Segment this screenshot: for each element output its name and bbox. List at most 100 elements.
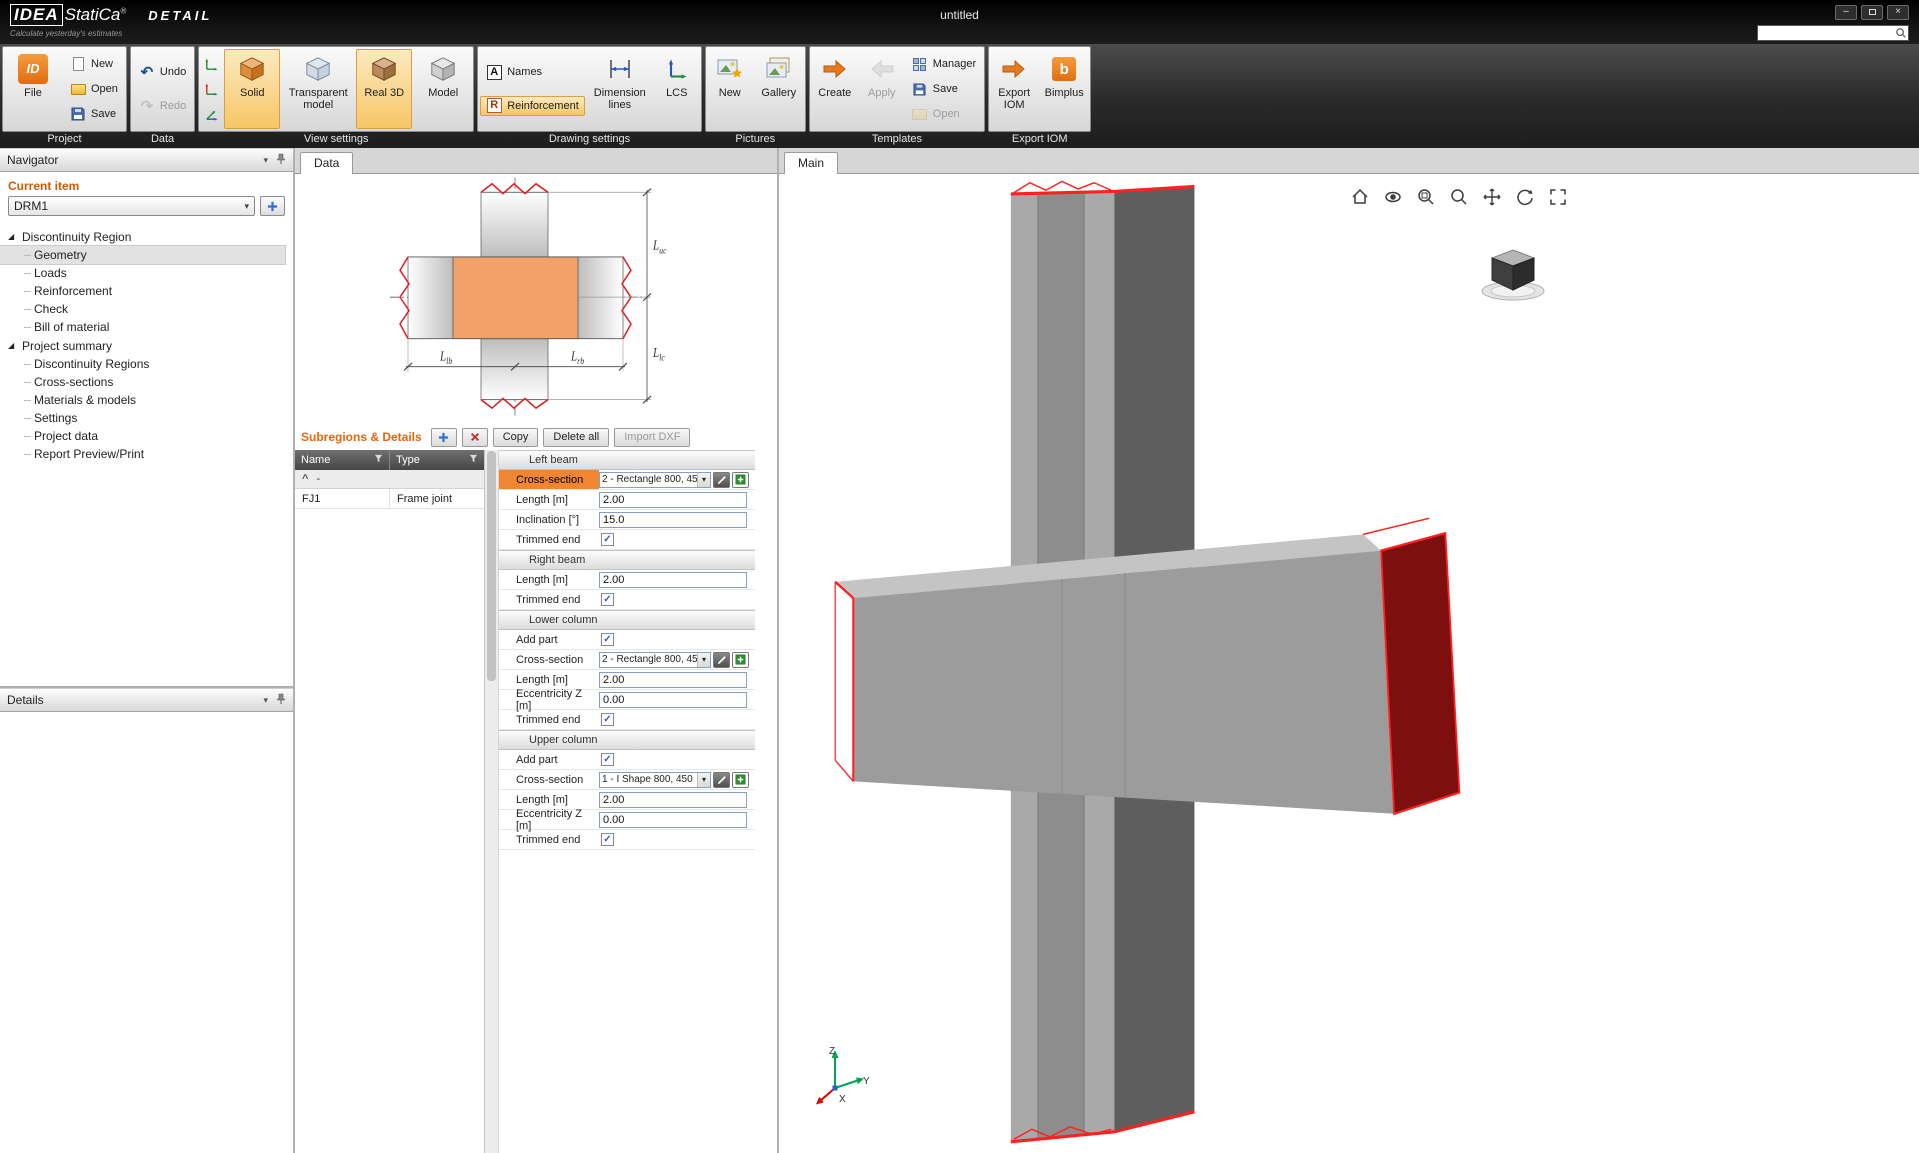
template-manager-button[interactable]: Manager — [906, 54, 982, 74]
tree-node-child[interactable]: Reinforcement — [0, 282, 285, 300]
tree-node-child[interactable]: Geometry — [0, 246, 285, 264]
transparent-model-button[interactable]: Transparent model — [283, 49, 353, 129]
maximize-button[interactable] — [1861, 5, 1883, 20]
solid-view-button[interactable]: Solid — [224, 49, 280, 129]
gallery-button[interactable]: Gallery — [755, 49, 803, 129]
checkbox[interactable]: ✓ — [601, 593, 614, 606]
table-group-row[interactable]: ^ - — [295, 470, 484, 489]
details-pin-icon[interactable] — [276, 693, 286, 708]
minimize-button[interactable]: – — [1835, 5, 1857, 20]
copy-cross-section-button[interactable] — [732, 652, 749, 668]
tab-main[interactable]: Main — [784, 152, 838, 174]
tree-node-child[interactable]: Bill of material — [0, 318, 285, 336]
current-item-select[interactable]: DRM1 ▾ — [8, 196, 255, 216]
checkbox[interactable]: ✓ — [601, 533, 614, 546]
property-input[interactable] — [599, 512, 747, 528]
view-direction-button[interactable] — [1382, 186, 1404, 208]
edit-cross-section-button[interactable] — [713, 652, 730, 668]
fit-view-button[interactable] — [1547, 186, 1569, 208]
zoom-window-button[interactable] — [1415, 186, 1437, 208]
edit-cross-section-button[interactable] — [713, 772, 730, 788]
tree-node-parent[interactable]: ◢Discontinuity Region — [0, 227, 293, 246]
open-template-button[interactable]: Open — [906, 104, 982, 124]
collapse-icon[interactable]: ^ — [302, 473, 308, 485]
delete-subregion-button[interactable] — [462, 428, 488, 447]
property-input[interactable] — [599, 812, 747, 828]
axis-view-yz-button[interactable] — [201, 104, 221, 124]
cross-section-select[interactable]: 2 - Rectangle 800, 450▾ — [599, 472, 711, 488]
navigator-pin-icon[interactable] — [276, 153, 286, 168]
import-dxf-button[interactable]: Import DXF — [614, 428, 690, 447]
filter-icon[interactable] — [374, 454, 383, 466]
axis-view-xy-button[interactable] — [201, 54, 221, 74]
view-cube[interactable] — [1477, 242, 1549, 307]
property-input[interactable] — [599, 792, 747, 808]
expander-icon[interactable]: ◢ — [8, 232, 16, 241]
zoom-button[interactable] — [1448, 186, 1470, 208]
properties-scrollbar[interactable] — [485, 450, 499, 1153]
tree-node-child[interactable]: Materials & models — [0, 391, 285, 409]
details-chevron-down-icon[interactable]: ▾ — [263, 695, 268, 706]
checkbox[interactable]: ✓ — [601, 833, 614, 846]
names-toggle-button[interactable]: ANames — [480, 62, 585, 82]
scrollbar-thumb[interactable] — [487, 451, 496, 681]
tree-node-child[interactable]: Check — [0, 300, 285, 318]
open-project-button[interactable]: Open — [64, 79, 124, 99]
new-project-button[interactable]: New — [64, 54, 124, 74]
tree-node-child[interactable]: Cross-sections — [0, 373, 285, 391]
copy-cross-section-button[interactable] — [732, 472, 749, 488]
file-button[interactable]: ID File — [5, 49, 61, 129]
tab-data[interactable]: Data — [300, 152, 353, 174]
property-input[interactable] — [599, 672, 747, 688]
property-section-header[interactable]: Left beam — [499, 450, 755, 470]
save-project-button[interactable]: Save — [64, 104, 124, 124]
redo-button[interactable]: ↷Redo — [133, 96, 192, 116]
tree-node-child[interactable]: Report Preview/Print — [0, 445, 285, 463]
edit-cross-section-button[interactable] — [713, 472, 730, 488]
save-template-button[interactable]: Save — [906, 79, 982, 99]
cross-section-select[interactable]: 1 - I Shape 800, 450▾ — [599, 772, 711, 788]
copy-button[interactable]: Copy — [493, 428, 539, 447]
property-input[interactable] — [599, 692, 747, 708]
checkbox[interactable]: ✓ — [601, 633, 614, 646]
undo-button[interactable]: ↶Undo — [133, 62, 192, 82]
property-section-header[interactable]: Lower column — [499, 610, 755, 630]
property-input[interactable] — [599, 572, 747, 588]
navigator-chevron-down-icon[interactable]: ▾ — [263, 155, 268, 166]
filter-icon[interactable] — [469, 454, 478, 466]
cross-section-select[interactable]: 2 - Rectangle 800, 450▾ — [599, 652, 711, 668]
pan-button[interactable] — [1481, 186, 1503, 208]
apply-template-button[interactable]: Apply — [861, 49, 903, 129]
column-header-name[interactable]: Name — [301, 454, 330, 466]
axis-view-xz-button[interactable] — [201, 79, 221, 99]
checkbox[interactable]: ✓ — [601, 753, 614, 766]
search-input[interactable] — [1758, 27, 1894, 40]
bimplus-button[interactable]: b Bimplus — [1040, 49, 1088, 129]
model-view-button[interactable]: Model — [415, 49, 471, 129]
create-template-button[interactable]: Create — [812, 49, 858, 129]
dimension-lines-button[interactable]: Dimension lines — [588, 49, 652, 129]
expander-icon[interactable]: ◢ — [8, 341, 16, 350]
new-picture-button[interactable]: New — [708, 49, 752, 129]
export-iom-button[interactable]: Export IOM — [991, 49, 1037, 129]
reinforcement-toggle-button[interactable]: RReinforcement — [480, 96, 585, 116]
property-section-header[interactable]: Upper column — [499, 730, 755, 750]
add-region-button[interactable] — [260, 196, 285, 216]
home-view-button[interactable] — [1349, 186, 1371, 208]
column-header-type[interactable]: Type — [396, 454, 420, 466]
real-3d-button[interactable]: Real 3D — [356, 49, 412, 129]
close-button[interactable]: × — [1887, 5, 1909, 20]
tree-node-child[interactable]: Discontinuity Regions — [0, 355, 285, 373]
tree-node-child[interactable]: Project data — [0, 427, 285, 445]
property-section-header[interactable]: Right beam — [499, 550, 755, 570]
rotate-view-button[interactable] — [1514, 186, 1536, 208]
lcs-button[interactable]: LCS — [655, 49, 699, 129]
3d-viewport[interactable]: Z Y X — [779, 174, 1919, 1153]
delete-all-button[interactable]: Delete all — [543, 428, 609, 447]
property-input[interactable] — [599, 492, 747, 508]
table-row[interactable]: FJ1Frame joint — [295, 489, 484, 509]
add-subregion-button[interactable] — [431, 428, 457, 447]
checkbox[interactable]: ✓ — [601, 713, 614, 726]
copy-cross-section-button[interactable] — [732, 772, 749, 788]
tree-node-child[interactable]: Settings — [0, 409, 285, 427]
